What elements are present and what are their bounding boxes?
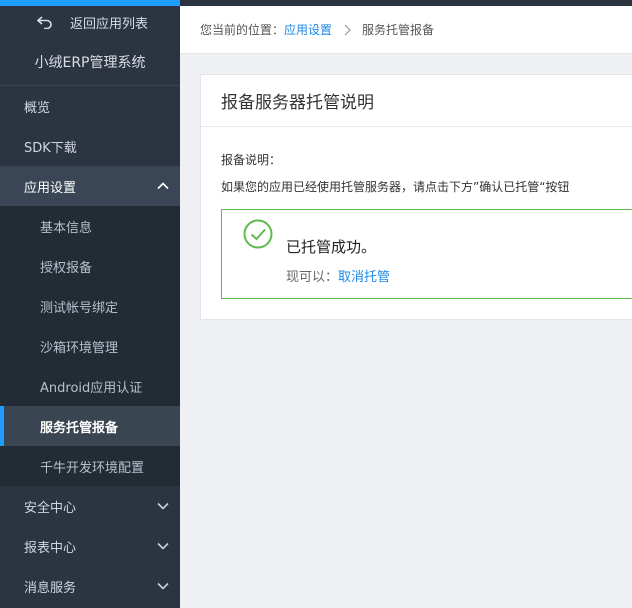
sidebar-item-label: SDK下载: [24, 140, 77, 156]
chevron-up-icon: [157, 182, 169, 190]
sidebar-subitem-label: Android应用认证: [40, 380, 143, 396]
sidebar-subitem-label: 测试帐号绑定: [40, 300, 119, 316]
sidebar: 返回应用列表 小绒ERP管理系统 概览 SDK下载 应用设置 基本信息 授权报备…: [0, 6, 180, 608]
sidebar-subitem-label: 基本信息: [40, 220, 93, 236]
sidebar-submenu-app-settings: 基本信息 授权报备 测试帐号绑定 沙箱环境管理 Android应用认证 服务托管…: [0, 206, 180, 486]
sidebar-subitem-qianniu-env[interactable]: 千牛开发环境配置: [0, 446, 180, 486]
sidebar-item-security-center[interactable]: 安全中心: [0, 486, 180, 526]
main-content: 您当前的位置： 应用设置 服务托管报备 报备服务器托管说明 报备说明： 如果您的…: [180, 6, 632, 608]
report-description: 如果您的应用已经使用托管服务器，请点击下方”确认已托管“按钮: [221, 180, 570, 194]
success-prefix: 现可以：: [286, 270, 339, 285]
sidebar-subitem-server-hosting[interactable]: 服务托管报备: [0, 406, 180, 446]
app-root: 返回应用列表 小绒ERP管理系统 概览 SDK下载 应用设置 基本信息 授权报备…: [0, 0, 632, 608]
sidebar-item-label: 安全中心: [24, 500, 77, 516]
sidebar-item-label: 应用设置: [24, 180, 77, 196]
chevron-down-icon: [157, 582, 169, 590]
sidebar-item-report-center[interactable]: 报表中心: [0, 526, 180, 566]
sidebar-subitem-sandbox[interactable]: 沙箱环境管理: [0, 326, 180, 366]
sidebar-subitem-label: 授权报备: [40, 260, 93, 276]
sidebar-nav: 概览 SDK下载 应用设置 基本信息 授权报备 测试帐号绑定 沙箱环境管理 An…: [0, 86, 180, 606]
back-arrow-icon: [36, 16, 52, 29]
breadcrumb-prefix: 您当前的位置：: [200, 23, 285, 37]
success-subline: 现可以：取消托管: [286, 266, 390, 285]
back-label: 返回应用列表: [70, 16, 149, 32]
sidebar-subitem-android-auth[interactable]: Android应用认证: [0, 366, 180, 406]
sidebar-item-label: 概览: [24, 100, 51, 116]
breadcrumb-current: 服务托管报备: [362, 23, 435, 37]
sidebar-item-app-settings[interactable]: 应用设置: [0, 166, 180, 206]
sidebar-item-label: 消息服务: [24, 580, 77, 596]
cancel-hosting-link[interactable]: 取消托管: [338, 270, 390, 285]
sidebar-subitem-label: 沙箱环境管理: [40, 340, 119, 356]
sidebar-subitem-auth-report[interactable]: 授权报备: [0, 246, 180, 286]
sidebar-subitem-label: 服务托管报备: [40, 420, 119, 436]
sidebar-subitem-basic-info[interactable]: 基本信息: [0, 206, 180, 246]
breadcrumb-link-app-settings[interactable]: 应用设置: [284, 21, 332, 38]
sidebar-item-label: 报表中心: [24, 540, 77, 556]
report-label: 报备说明：: [221, 153, 282, 167]
panel-title: 报备服务器托管说明: [201, 75, 632, 127]
chevron-down-icon: [157, 542, 169, 550]
panel-body: 报备说明： 如果您的应用已经使用托管服务器，请点击下方”确认已托管“按钮: [201, 127, 632, 195]
chevron-down-icon: [157, 502, 169, 510]
hosting-success-box: 已托管成功。 现可以：取消托管: [221, 209, 632, 299]
check-circle-icon: [243, 219, 273, 249]
chevron-right-icon: [344, 24, 351, 35]
sidebar-item-message-service[interactable]: 消息服务: [0, 566, 180, 606]
breadcrumb: 您当前的位置： 应用设置 服务托管报备: [180, 6, 632, 54]
sidebar-subitem-label: 千牛开发环境配置: [40, 460, 145, 476]
sidebar-item-sdk-download[interactable]: SDK下载: [0, 126, 180, 166]
success-title: 已托管成功。: [286, 238, 377, 256]
back-to-app-list[interactable]: 返回应用列表: [0, 6, 180, 38]
app-name: 小绒ERP管理系统: [0, 38, 180, 86]
hosting-panel: 报备服务器托管说明 报备说明： 如果您的应用已经使用托管服务器，请点击下方”确认…: [200, 74, 632, 320]
sidebar-subitem-test-account[interactable]: 测试帐号绑定: [0, 286, 180, 326]
sidebar-item-overview[interactable]: 概览: [0, 86, 180, 126]
